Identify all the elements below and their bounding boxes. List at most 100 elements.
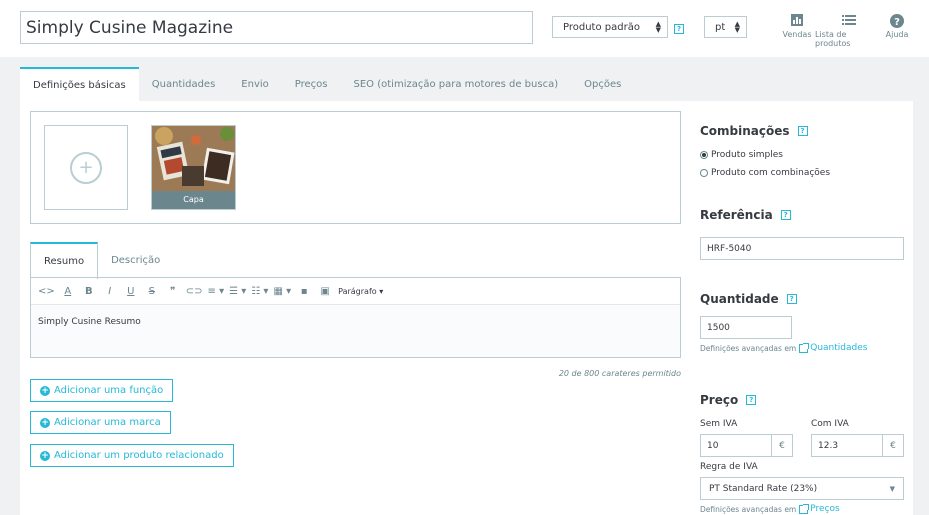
italic-icon[interactable]: I [100, 282, 120, 300]
select-arrows-icon: ▲ ▼ [655, 20, 661, 34]
media-icon[interactable]: ▣ [315, 282, 335, 300]
product-type-select[interactable]: Produto padrão ▲ ▼ [552, 16, 668, 38]
cover-image-thumbnail[interactable]: Capa [151, 125, 236, 210]
tab-basic-settings[interactable]: Definições básicas [20, 67, 139, 101]
link-icon[interactable]: ⊂⊃ [184, 282, 205, 300]
tax-rule-label: Regra de IVA [700, 462, 758, 472]
plus-circle-icon: + [40, 385, 50, 396]
add-brand-button[interactable]: + Adicionar uma marca [30, 411, 171, 434]
price-help-icon[interactable]: ? [746, 395, 757, 405]
price-advanced-note: Definições avançadas em Preços [700, 503, 840, 514]
add-feature-button[interactable]: + Adicionar uma função [30, 379, 174, 402]
quantities-link[interactable]: Quantidades [799, 342, 868, 353]
list-icon [842, 15, 856, 25]
paragraph-format-label: Parágrafo [338, 286, 377, 296]
plus-circle-icon: + [40, 450, 50, 461]
tab-seo[interactable]: SEO (otimização para motores de busca) [341, 67, 572, 101]
tax-excluded-label: Sem IVA [700, 419, 738, 429]
tab-quantities[interactable]: Quantidades [139, 67, 229, 101]
description-tabs: Resumo Descrição [30, 242, 173, 279]
bold-icon[interactable]: B [79, 282, 99, 300]
quantity-heading: Quantidade ? [700, 292, 797, 306]
underline-icon[interactable]: U [121, 282, 141, 300]
help-circle-icon: ? [890, 14, 904, 28]
rich-text-editor: <> A B I U S ❞ ⊂⊃ ≡ ▾ ☰ ▾ ☷ ▾ ▦ ▾ ▪ ▣ Pa… [30, 277, 681, 358]
source-code-icon[interactable]: <> [36, 282, 57, 300]
radio-unchecked-icon [700, 169, 708, 177]
quantity-input[interactable]: 1500 [700, 316, 792, 339]
radio-simple-label: Produto simples [711, 150, 783, 160]
editor-toolbar: <> A B I U S ❞ ⊂⊃ ≡ ▾ ☰ ▾ ☷ ▾ ▦ ▾ ▪ ▣ Pa… [31, 278, 680, 305]
radio-combinations-label: Produto com combinações [711, 168, 831, 178]
add-related-product-button[interactable]: + Adicionar um produto relacionado [30, 444, 234, 467]
product-list-link[interactable]: Lista de produtos [815, 14, 883, 48]
table-icon[interactable]: ▦ ▾ [271, 282, 293, 300]
reference-heading: Referência ? [700, 208, 791, 222]
paragraph-format-dropdown[interactable]: Parágrafo ▾ [336, 282, 385, 300]
numbered-list-icon[interactable]: ☷ ▾ [249, 282, 270, 300]
add-feature-label: Adicionar uma função [54, 385, 164, 396]
add-image-button[interactable]: + [44, 125, 128, 210]
char-counter: 20 de 800 carateres permitido [558, 369, 681, 378]
reference-input[interactable]: HRF-5040 [700, 237, 904, 260]
radio-product-with-combinations[interactable]: Produto com combinações [700, 168, 830, 178]
product-tabs: Definições básicas Quantidades Envio Pre… [20, 67, 634, 101]
pricing-link-label: Preços [810, 504, 840, 514]
tab-summary[interactable]: Resumo [30, 242, 99, 279]
bar-chart-icon [791, 14, 803, 26]
product-list-link-label: Lista de produtos [815, 30, 851, 48]
price-tax-excluded-input[interactable]: 10 € [700, 434, 793, 457]
external-link-icon [799, 342, 810, 353]
price-tax-included-input[interactable]: 12.3 € [811, 434, 904, 457]
language-select[interactable]: pt ▲ ▼ [704, 16, 747, 38]
align-icon[interactable]: ≡ ▾ [206, 282, 227, 300]
bullet-list-icon[interactable]: ☰ ▾ [227, 282, 248, 300]
summary-text-area[interactable]: Simply Cusine Resumo [31, 305, 680, 357]
sales-link-label: Vendas [782, 30, 812, 39]
blockquote-icon[interactable]: ❞ [163, 282, 183, 300]
sales-link[interactable]: Vendas [782, 14, 812, 39]
combinations-title: Combinações [700, 124, 790, 138]
currency-symbol: € [882, 435, 903, 456]
add-brand-label: Adicionar uma marca [54, 417, 161, 428]
product-name-input[interactable]: Simply Cusine Magazine [20, 11, 533, 44]
strikethrough-icon[interactable]: S [142, 282, 162, 300]
tab-description[interactable]: Descrição [98, 242, 173, 278]
summary-text: Simply Cusine Resumo [38, 317, 141, 327]
tax-rule-value: PT Standard Rate (23%) [709, 483, 818, 494]
quantity-help-icon[interactable]: ? [786, 294, 797, 304]
product-type-value: Produto padrão [563, 21, 640, 33]
currency-symbol: € [771, 435, 792, 456]
plus-circle-icon: + [40, 417, 50, 428]
plus-icon: + [70, 151, 102, 184]
price-tax-included-value: 12.3 [818, 440, 839, 451]
pricing-link[interactable]: Preços [799, 503, 840, 514]
price-title: Preço [700, 393, 739, 407]
language-value: pt [715, 21, 726, 33]
help-link[interactable]: ? Ajuda [884, 14, 910, 39]
tab-shipping[interactable]: Envio [228, 67, 281, 101]
image-icon[interactable]: ▪ [294, 282, 314, 300]
radio-simple-product[interactable]: Produto simples [700, 150, 783, 160]
tab-options[interactable]: Opções [571, 67, 634, 101]
combinations-help-icon[interactable]: ? [797, 126, 808, 136]
radio-checked-icon [700, 151, 708, 159]
reference-title: Referência [700, 208, 773, 222]
chevron-down-icon: ▼ [889, 484, 895, 493]
tax-rule-select[interactable]: PT Standard Rate (23%) ▼ [700, 477, 904, 500]
select-arrows-icon: ▲ ▼ [734, 20, 740, 34]
product-type-help-icon[interactable]: ? [674, 24, 684, 34]
external-link-icon [799, 503, 810, 514]
cover-label: Capa [152, 191, 235, 209]
quantity-advanced-text: Definições avançadas em [700, 343, 797, 353]
quantities-link-label: Quantidades [810, 343, 868, 353]
help-link-label: Ajuda [885, 30, 909, 39]
add-related-label: Adicionar um produto relacionado [54, 450, 224, 461]
price-advanced-text: Definições avançadas em [700, 504, 797, 514]
tax-included-label: Com IVA [811, 419, 849, 429]
reference-help-icon[interactable]: ? [780, 210, 791, 220]
tab-pricing[interactable]: Preços [282, 67, 341, 101]
svg-text:?: ? [894, 17, 900, 28]
text-color-icon[interactable]: A [58, 282, 78, 300]
quantity-title: Quantidade [700, 292, 779, 306]
